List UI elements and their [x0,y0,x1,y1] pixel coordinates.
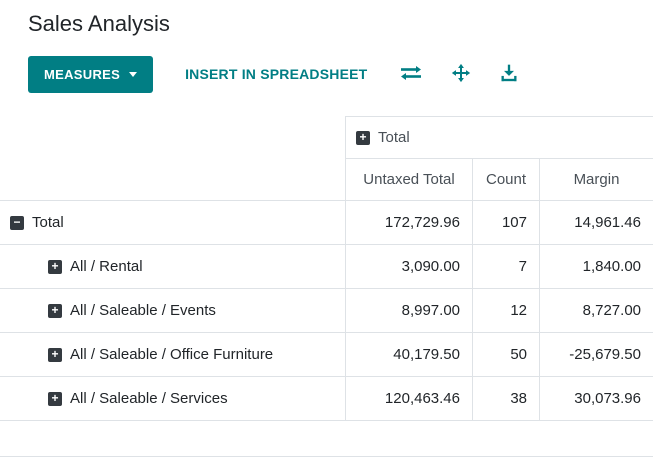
toolbar: MEASURES INSERT IN SPREADSHEET [28,54,653,94]
measure-header-count[interactable]: Count [472,159,539,201]
pivot-value-cell: 8,997.00 [345,289,472,333]
column-group-total[interactable]: Total [345,116,653,159]
flip-axis-button[interactable] [399,64,423,85]
table-bottom-divider [0,421,653,457]
column-group-label: Total [378,129,410,146]
pivot-value-cell: 1,840.00 [539,245,653,289]
corner-cell [0,159,345,201]
pivot-value-cell: 107 [472,201,539,245]
plus-square-icon [48,391,62,406]
corner-cell [0,116,345,159]
row-label: All / Saleable / Office Furniture [70,346,274,363]
row-label: All / Saleable / Services [70,390,228,407]
pivot-value-cell: 38 [472,377,539,421]
row-header-all-rental[interactable]: All / Rental [0,245,345,289]
plus-square-icon [48,259,62,274]
pivot-view: Sales Analysis MEASURES INSERT IN SPREAD… [0,10,653,457]
row-label: Total [32,214,64,231]
plus-square-icon [48,303,62,318]
pivot-table: Total Untaxed Total Count Margin Total 1… [0,116,653,421]
minus-square-icon [10,215,24,230]
pivot-value-cell: -25,679.50 [539,333,653,377]
expand-all-icon [451,63,471,86]
insert-in-spreadsheet-button[interactable]: INSERT IN SPREADSHEET [179,66,373,82]
download-button[interactable] [499,63,519,86]
row-label: All / Rental [70,258,143,275]
pivot-value-cell: 172,729.96 [345,201,472,245]
pivot-value-cell: 50 [472,333,539,377]
pivot-value-cell: 12 [472,289,539,333]
pivot-value-cell: 14,961.46 [539,201,653,245]
row-label: All / Saleable / Events [70,302,216,319]
pivot-value-cell: 8,727.00 [539,289,653,333]
pivot-value-cell: 120,463.46 [345,377,472,421]
plus-square-icon [356,130,370,145]
pivot-value-cell: 3,090.00 [345,245,472,289]
row-header-all-saleable-services[interactable]: All / Saleable / Services [0,377,345,421]
measure-header-untaxed-total[interactable]: Untaxed Total [345,159,472,201]
page-title: Sales Analysis [28,11,170,36]
measures-button[interactable]: MEASURES [28,55,154,93]
row-header-all-saleable-office-furniture[interactable]: All / Saleable / Office Furniture [0,333,345,377]
plus-square-icon [48,347,62,362]
pivot-value-cell: 40,179.50 [345,333,472,377]
row-header-total[interactable]: Total [0,201,345,245]
row-header-all-saleable-events[interactable]: All / Saleable / Events [0,289,345,333]
download-icon [499,63,519,86]
measures-button-label: MEASURES [44,66,121,82]
pivot-value-cell: 7 [472,245,539,289]
measure-header-margin[interactable]: Margin [539,159,653,201]
caret-down-icon [129,71,138,77]
pivot-value-cell: 30,073.96 [539,377,653,421]
flip-axis-icon [399,64,423,85]
expand-all-button[interactable] [451,63,471,86]
